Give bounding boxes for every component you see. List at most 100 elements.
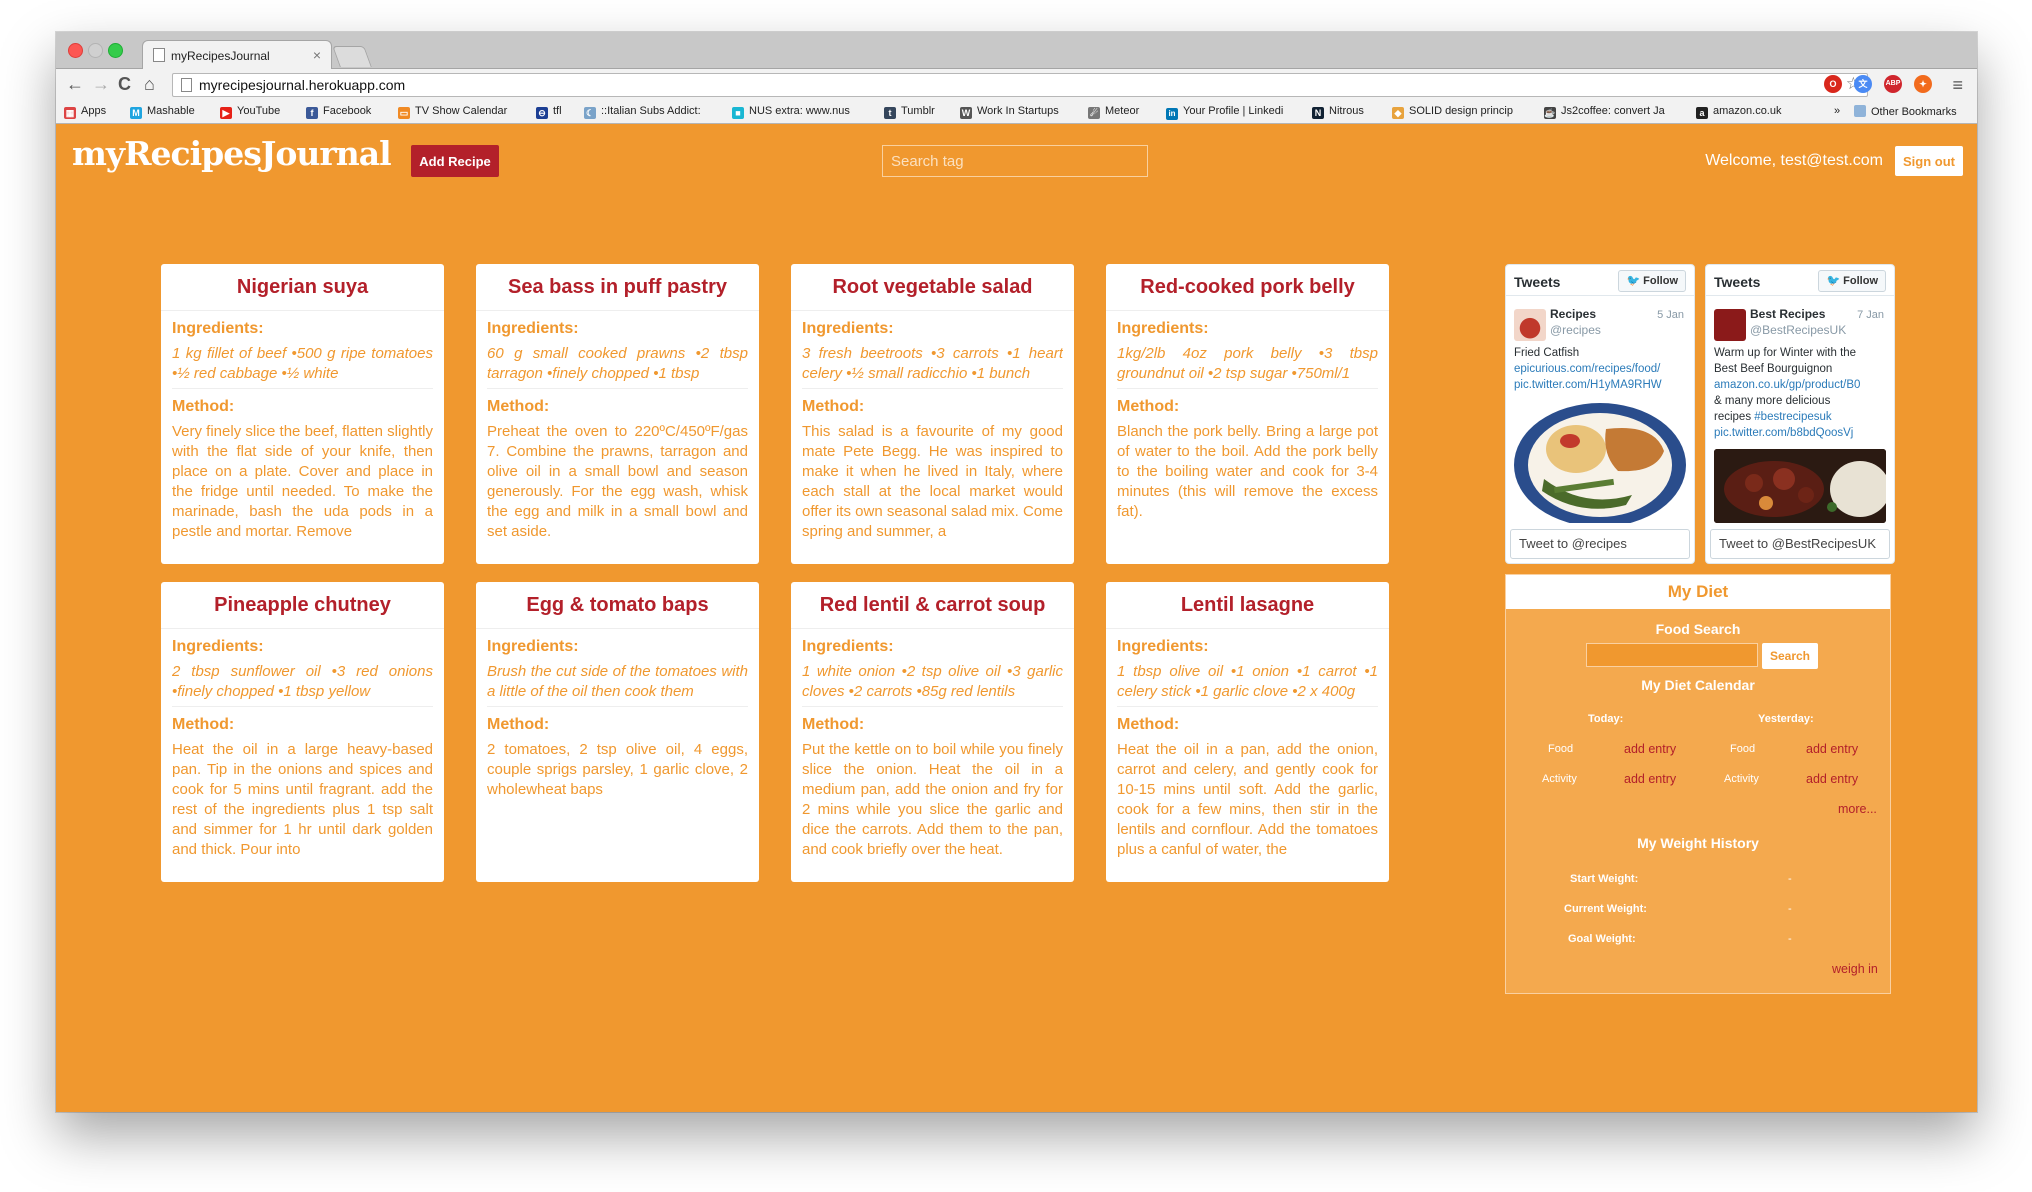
bookmark-nus-extra[interactable]: ■ NUS extra: www.nus [732, 105, 850, 119]
follow-button[interactable]: 🐦 Follow [1818, 270, 1886, 292]
bookmark-label: tfl [553, 105, 562, 117]
recipe-card[interactable]: Egg & tomato baps Ingredients: Brush the… [476, 582, 759, 882]
bookmark-italian-subs[interactable]: ☾::Italian Subs Addict: [584, 105, 701, 119]
recipe-title[interactable]: Red-cooked pork belly [1106, 264, 1389, 311]
my-diet-title: My Diet [1506, 575, 1890, 609]
diet-calendar-title: My Diet Calendar [1641, 677, 1755, 693]
recipe-ingredients: 1kg/2lb 4oz pork belly •3 tbsp groundnut… [1117, 344, 1378, 389]
recipe-method: Preheat the oven to 220ºC/450ºF/gas 7. C… [487, 423, 748, 540]
back-icon[interactable]: ← [66, 74, 84, 94]
close-window-button[interactable] [68, 43, 83, 58]
tweet-date[interactable]: 5 Jan [1657, 309, 1684, 321]
recipe-card[interactable]: Pineapple chutney Ingredients: 2 tbsp su… [161, 582, 444, 882]
hashtag-link[interactable]: #bestrecipesuk [1754, 411, 1831, 423]
welcome-text: Welcome, test@test.com [1705, 152, 1883, 169]
tweet-author-name[interactable]: Recipes [1550, 307, 1596, 321]
recipe-title[interactable]: Pineapple chutney [161, 582, 444, 629]
tweet-author-handle[interactable]: @BestRecipesUK [1750, 323, 1846, 337]
address-bar[interactable]: myrecipesjournal.herokuapp.com ☆ [172, 73, 1868, 97]
weigh-in-link[interactable]: weigh in [1832, 962, 1878, 976]
search-tag-input[interactable] [882, 145, 1148, 177]
bookmark-label: Nitrous [1329, 105, 1364, 117]
opera-ext-icon[interactable]: O [1824, 75, 1842, 93]
tweet-compose-box[interactable]: Tweet to @BestRecipesUK [1710, 529, 1890, 559]
bookmark-meteor[interactable]: ☄ Meteor [1088, 105, 1139, 119]
follow-button[interactable]: 🐦 Follow [1618, 270, 1686, 292]
tumblr-icon: t [884, 107, 896, 119]
adblock-ext-icon[interactable]: ABP [1884, 75, 1902, 93]
yesterday-food-add-entry[interactable]: add entry [1806, 742, 1858, 756]
flame-ext-icon[interactable]: ✦ [1914, 75, 1932, 93]
recipe-title[interactable]: Red lentil & carrot soup [791, 582, 1074, 629]
tweet-photo[interactable] [1514, 399, 1686, 523]
today-food-add-entry[interactable]: add entry [1624, 742, 1676, 756]
recipe-title[interactable]: Sea bass in puff pastry [476, 264, 759, 311]
method-label: Method: [1117, 398, 1180, 415]
sign-out-button[interactable]: Sign out [1895, 146, 1963, 176]
bookmark-solid[interactable]: ◆ SOLID design princip [1392, 105, 1513, 119]
tweet-line: Warm up for Winter with the [1714, 347, 1857, 359]
avatar[interactable] [1714, 309, 1746, 341]
tweet-date[interactable]: 7 Jan [1857, 309, 1884, 321]
recipe-card[interactable]: Red lentil & carrot soup Ingredients: 1 … [791, 582, 1074, 882]
today-activity-add-entry[interactable]: add entry [1624, 772, 1676, 786]
yesterday-activity-add-entry[interactable]: add entry [1806, 772, 1858, 786]
yesterday-food-label: Food [1730, 743, 1756, 755]
recipe-card[interactable]: Red-cooked pork belly Ingredients: 1kg/2… [1106, 264, 1389, 564]
today-food-label: Food [1548, 743, 1574, 755]
reload-icon[interactable]: C [118, 74, 131, 94]
bookmark-tv-show-calendar[interactable]: ▭ TV Show Calendar [398, 105, 507, 119]
bookmark-js2coffee[interactable]: ☕ Js2coffee: convert Ja [1544, 105, 1665, 119]
recipe-ingredients: 3 fresh beetroots •3 carrots •1 heart ce… [802, 344, 1063, 389]
tweet-link[interactable]: epicurious.com/recipes/food/ [1514, 361, 1688, 377]
bookmark-work-in-startups[interactable]: W Work In Startups [960, 105, 1059, 119]
browser-toolbar: ← → C ⌂ myrecipesjournal.herokuapp.com ☆… [56, 69, 1977, 101]
bookmark-mashable[interactable]: M Mashable [130, 105, 195, 119]
tweet-author-name[interactable]: Best Recipes [1750, 307, 1825, 321]
bookmark-facebook[interactable]: f Facebook [306, 105, 371, 119]
tweet-compose-box[interactable]: Tweet to @recipes [1510, 529, 1690, 559]
tweet-link[interactable]: pic.twitter.com/b8bdQoosVj [1714, 425, 1888, 441]
bookmark-youtube[interactable]: ▶ YouTube [220, 105, 280, 119]
browser-menu-icon[interactable]: ≡ [1952, 75, 1963, 96]
other-bookmarks[interactable]: Other Bookmarks [1854, 105, 1957, 118]
recipe-card[interactable]: Sea bass in puff pastry Ingredients: 60 … [476, 264, 759, 564]
bookmark-nitrous[interactable]: N Nitrous [1312, 105, 1364, 119]
ingredients-label: Ingredients: [172, 320, 264, 337]
avatar[interactable] [1514, 309, 1546, 341]
food-search-button[interactable]: Search [1762, 643, 1818, 669]
browser-tab[interactable]: myRecipesJournal × [142, 40, 332, 69]
zoom-window-button[interactable] [108, 43, 123, 58]
more-link[interactable]: more... [1838, 802, 1877, 816]
recipe-title[interactable]: Root vegetable salad [791, 264, 1074, 311]
tab-close-icon[interactable]: × [313, 47, 321, 63]
recipe-card[interactable]: Lentil lasagne Ingredients: 1 tbsp olive… [1106, 582, 1389, 882]
tv-icon: ▭ [398, 107, 410, 119]
recipe-title[interactable]: Egg & tomato baps [476, 582, 759, 629]
site-logo[interactable]: myRecipesJournal [72, 134, 392, 173]
home-icon[interactable]: ⌂ [144, 74, 155, 94]
forward-icon[interactable]: → [92, 74, 110, 94]
add-recipe-button[interactable]: Add Recipe [411, 145, 499, 177]
bookmark-amazon[interactable]: a amazon.co.uk [1696, 105, 1781, 119]
tweet-link[interactable]: amazon.co.uk/gp/product/B0 [1714, 377, 1888, 393]
recipe-card[interactable]: Root vegetable salad Ingredients: 3 fres… [791, 264, 1074, 564]
tweet-link[interactable]: pic.twitter.com/H1yMA9RHW [1514, 377, 1688, 393]
minimize-window-button[interactable] [88, 43, 103, 58]
bookmarks-overflow-button[interactable]: » [1834, 105, 1840, 117]
bookmark-tumblr[interactable]: t Tumblr [884, 105, 935, 119]
recipe-title[interactable]: Lentil lasagne [1106, 582, 1389, 629]
translate-ext-icon[interactable]: 文 [1854, 75, 1872, 93]
linkedin-icon: in [1166, 108, 1178, 120]
bookmark-apps[interactable]: ▦ Apps [64, 105, 106, 119]
tweet-photo[interactable] [1714, 449, 1886, 523]
recipe-title[interactable]: Nigerian suya [161, 264, 444, 311]
new-tab-button[interactable] [332, 46, 372, 67]
twitter-widget-recipes: Tweets 🐦 Follow Recipes @recipes 5 Jan Fr… [1505, 264, 1695, 564]
recipe-ingredients: 1 kg fillet of beef •500 g ripe tomatoes… [172, 344, 433, 389]
food-search-input[interactable] [1586, 643, 1758, 667]
recipe-card[interactable]: Nigerian suya Ingredients: 1 kg fillet o… [161, 264, 444, 564]
bookmark-linkedin[interactable]: in Your Profile | Linkedi [1166, 105, 1283, 120]
tweet-author-handle[interactable]: @recipes [1550, 323, 1601, 337]
bookmark-tfl[interactable]: ⊖ tfl [536, 105, 562, 119]
